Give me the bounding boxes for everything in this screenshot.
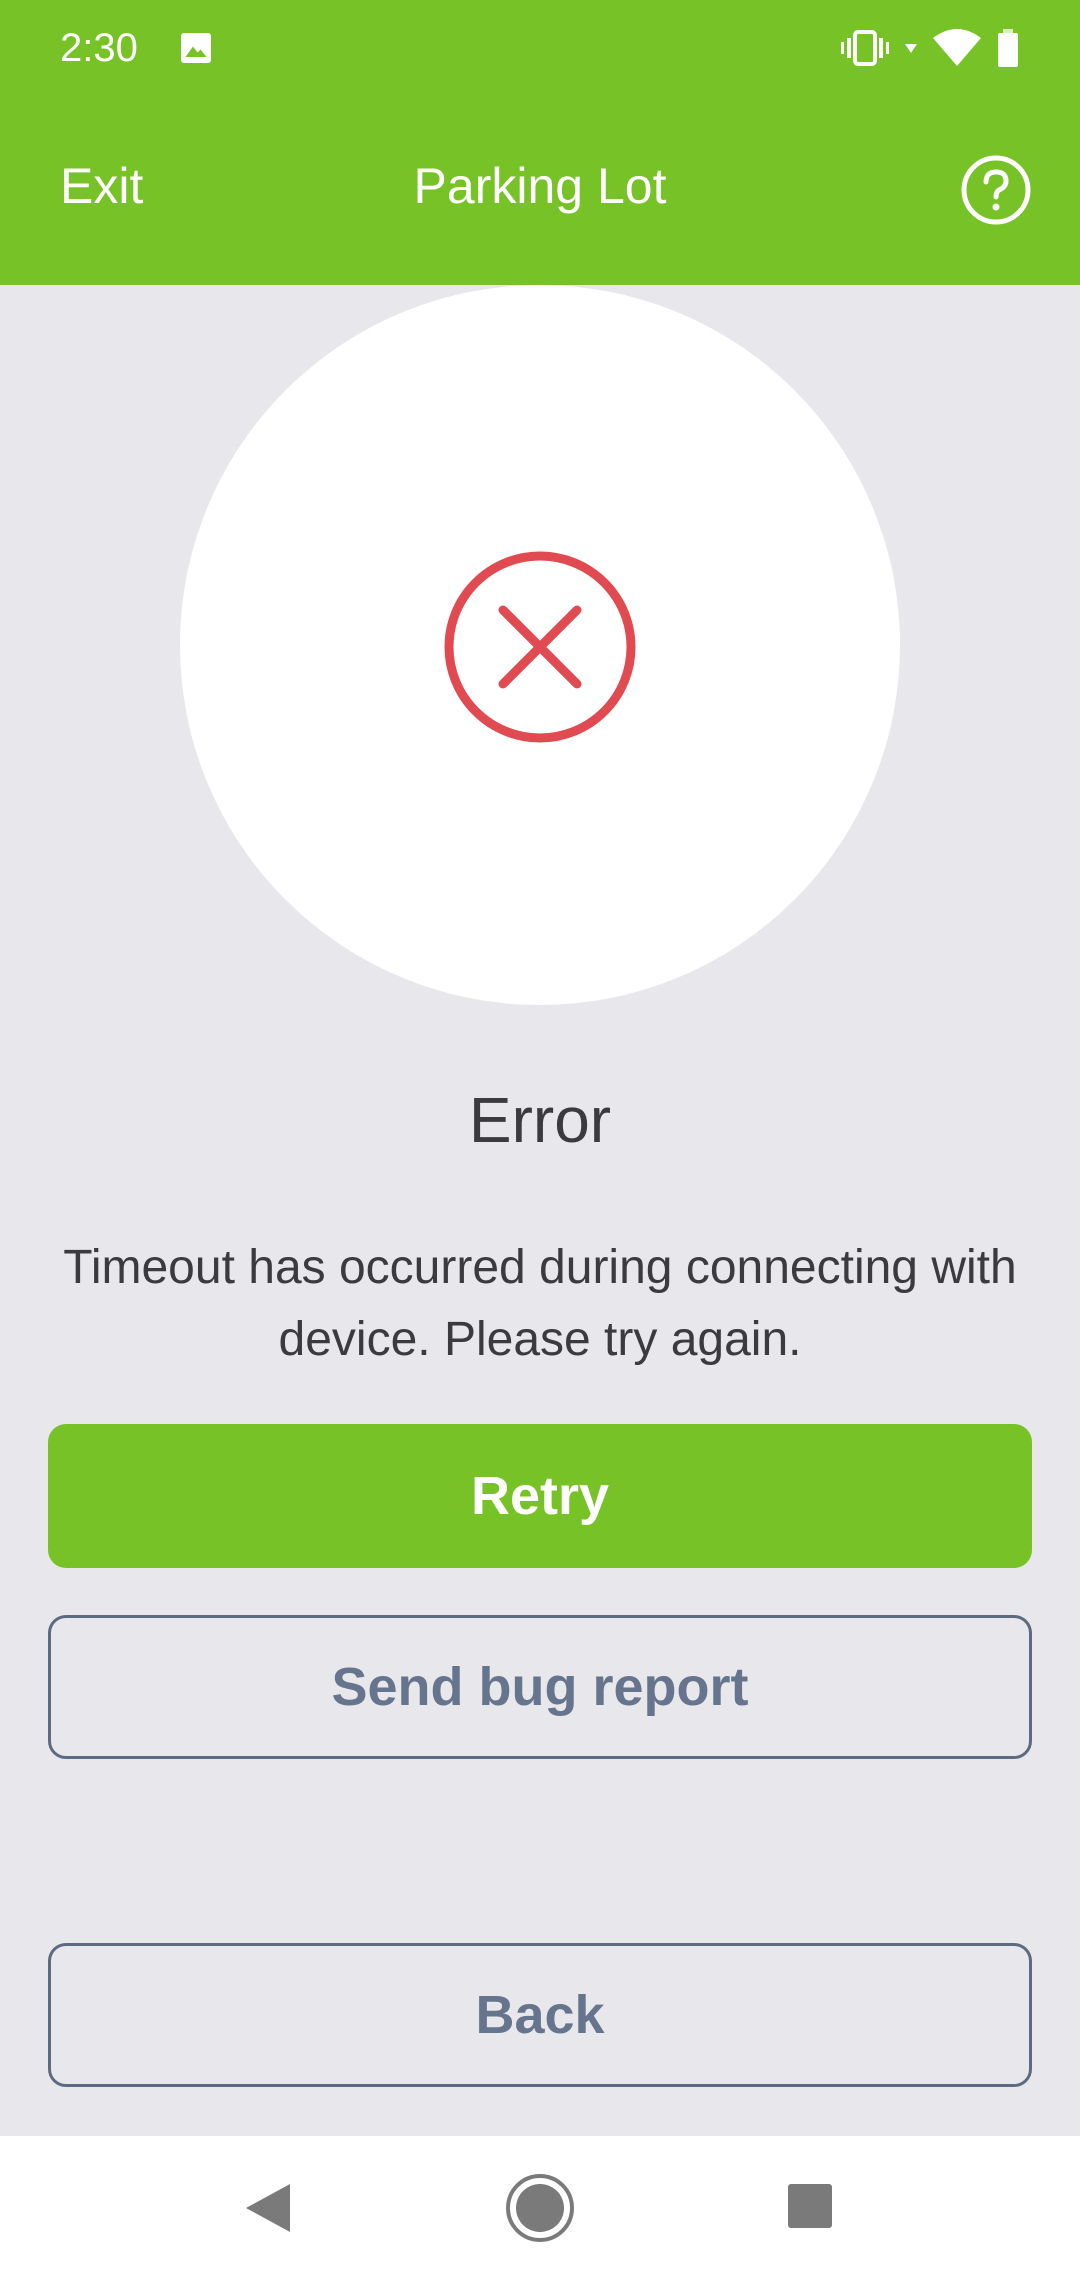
image-icon [181,33,211,63]
wifi-icon [933,29,981,66]
navigation-bar [0,2136,1080,2280]
header: 2:30 Exit Parking Lot [0,0,1080,285]
status-bar: 2:30 [0,0,1080,96]
vibrate-icon [841,30,889,66]
battery-icon [998,29,1018,67]
page-title: Parking Lot [413,158,667,214]
help-icon[interactable] [960,154,1032,226]
status-time: 2:30 [60,26,138,70]
nav-home-icon[interactable] [504,2172,576,2244]
app-bar: Exit Parking Lot [0,96,1080,285]
retry-button[interactable]: Retry [48,1424,1032,1568]
error-title: Error [468,1084,612,1156]
back-button[interactable]: Back [48,1943,1032,2087]
error-x-circle-icon [444,551,636,743]
nav-recents-icon[interactable] [786,2182,834,2230]
signal-arrow-icon [905,44,917,53]
send-bug-report-button[interactable]: Send bug report [48,1615,1032,1759]
error-message: Timeout has occurred during connecting w… [63,1241,1017,1366]
status-icons [840,24,1020,72]
nav-back-icon[interactable] [240,2180,294,2236]
